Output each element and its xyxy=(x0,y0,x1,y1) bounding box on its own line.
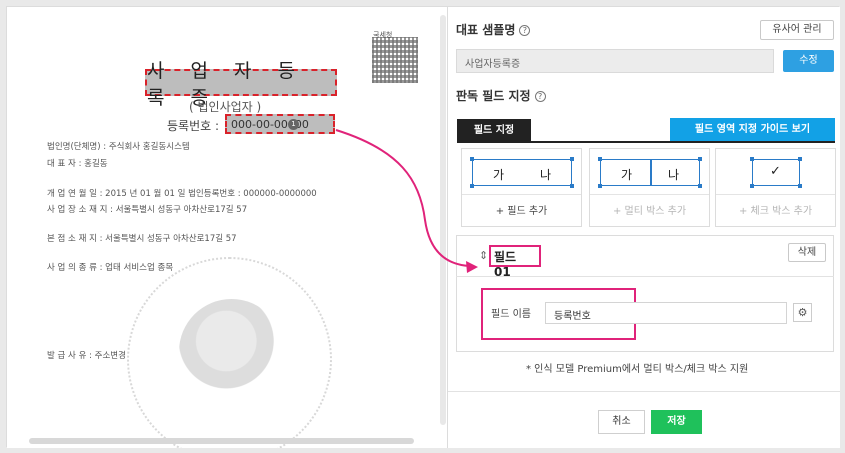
government-seal-watermark xyxy=(127,257,332,448)
doc-row-business-address: 사 업 장 소 재 지 : 서울특별시 성동구 아차산로17길 57 xyxy=(47,205,248,215)
tab-underline xyxy=(457,141,835,143)
qr-code-icon xyxy=(372,37,418,83)
field-settings-panel: 대표 샘플명? 유사어 관리 사업자등록증 수정 판독 필드 지정? 필드 지정… xyxy=(448,7,840,448)
region-handle-icon[interactable]: 1 xyxy=(288,119,299,130)
tab-field-setting[interactable]: 필드 지정 xyxy=(457,119,531,142)
doc-row-business-type: 사 업 의 종 류 : 업태 서비스업 종목 xyxy=(47,263,174,273)
single-field-preview: 가 나 xyxy=(472,159,572,186)
edit-button[interactable]: 수정 xyxy=(783,50,834,72)
field-title: 필드 01 xyxy=(489,245,541,279)
field-type-card-single[interactable]: 가 나 + 필드 추가 xyxy=(461,148,582,227)
doc-row-headoffice-address: 본 점 소 재 지 : 서울특별시 성동구 아차산로17길 57 xyxy=(47,234,237,244)
vertical-scrollbar[interactable] xyxy=(440,15,446,425)
doc-row-issue-reason: 발 급 사 유 : 주소변경 xyxy=(47,351,126,361)
preview-char-1: 가 xyxy=(493,168,505,182)
document-viewer[interactable]: 국세청 사 업 자 등 록 증 ( 법인사업자 ) 등록번호 : 000-00-… xyxy=(7,7,448,448)
manage-similar-button[interactable]: 유사어 관리 xyxy=(760,20,834,40)
preview-char-2: 나 xyxy=(667,168,679,182)
check-box-preview: ✓ xyxy=(752,159,800,186)
doc-row-ceo: 대 표 자 : 홍길동 xyxy=(47,159,108,169)
doc-row-open-date: 개 업 연 월 일 : 2015 년 01 월 01 일 법인등록번호 : 00… xyxy=(47,189,317,199)
document-subtitle: ( 법인사업자 ) xyxy=(189,100,262,114)
gear-icon[interactable]: ⚙ xyxy=(793,303,812,322)
add-multi-box-button[interactable]: + 멀티 박스 추가 xyxy=(590,194,709,227)
registration-document: 국세청 사 업 자 등 록 증 ( 법인사업자 ) 등록번호 : 000-00-… xyxy=(7,7,437,448)
field-type-card-check[interactable]: ✓ + 체크 박스 추가 xyxy=(715,148,836,227)
field-name-label: 필드 이름 xyxy=(491,309,531,320)
field-setting-heading-text: 판독 필드 지정 xyxy=(456,89,531,103)
sample-name-heading-text: 대표 샘플명 xyxy=(456,23,516,37)
drag-sort-icon[interactable]: ⇕ xyxy=(479,249,488,262)
delete-button[interactable]: 삭제 xyxy=(788,243,826,262)
app-frame: 국세청 사 업 자 등 록 증 ( 법인사업자 ) 등록번호 : 000-00-… xyxy=(6,6,840,448)
add-check-box-button[interactable]: + 체크 박스 추가 xyxy=(716,194,835,227)
help-icon[interactable]: ? xyxy=(534,91,546,102)
document-title-region[interactable]: 사 업 자 등 록 증 xyxy=(145,60,337,109)
field-setting-heading: 판독 필드 지정? xyxy=(456,87,546,104)
field-guide-button[interactable]: 필드 영역 지정 가이드 보기 xyxy=(670,118,835,141)
horizontal-scrollbar[interactable] xyxy=(29,438,414,444)
preview-char-1: 가 xyxy=(621,168,633,182)
sample-name-input[interactable]: 사업자등록증 xyxy=(456,49,774,73)
cancel-button[interactable]: 취소 xyxy=(598,410,645,434)
save-button[interactable]: 저장 xyxy=(651,410,702,434)
footer-divider xyxy=(448,391,840,392)
doc-row-company: 법인명(단체명) : 주식회사 홍길동시스템 xyxy=(47,142,190,152)
preview-char-2: 나 xyxy=(539,168,551,182)
check-icon: ✓ xyxy=(770,164,781,179)
field-name-input[interactable]: 등록번호 xyxy=(545,302,787,324)
registration-number-region[interactable]: 000-00-00000 1 xyxy=(225,114,335,134)
add-field-button[interactable]: + 필드 추가 xyxy=(462,194,581,227)
help-icon[interactable]: ? xyxy=(519,25,531,36)
section-divider xyxy=(456,276,834,277)
sample-name-heading: 대표 샘플명? xyxy=(456,21,531,38)
field-type-card-multi[interactable]: 가 나 + 멀티 박스 추가 xyxy=(589,148,710,227)
registration-number-label: 등록번호 : xyxy=(167,119,220,133)
premium-note: * 인식 모델 Premium에서 멀티 박스/체크 박스 지원 xyxy=(526,364,749,375)
multi-box-preview: 가 나 xyxy=(600,159,700,186)
